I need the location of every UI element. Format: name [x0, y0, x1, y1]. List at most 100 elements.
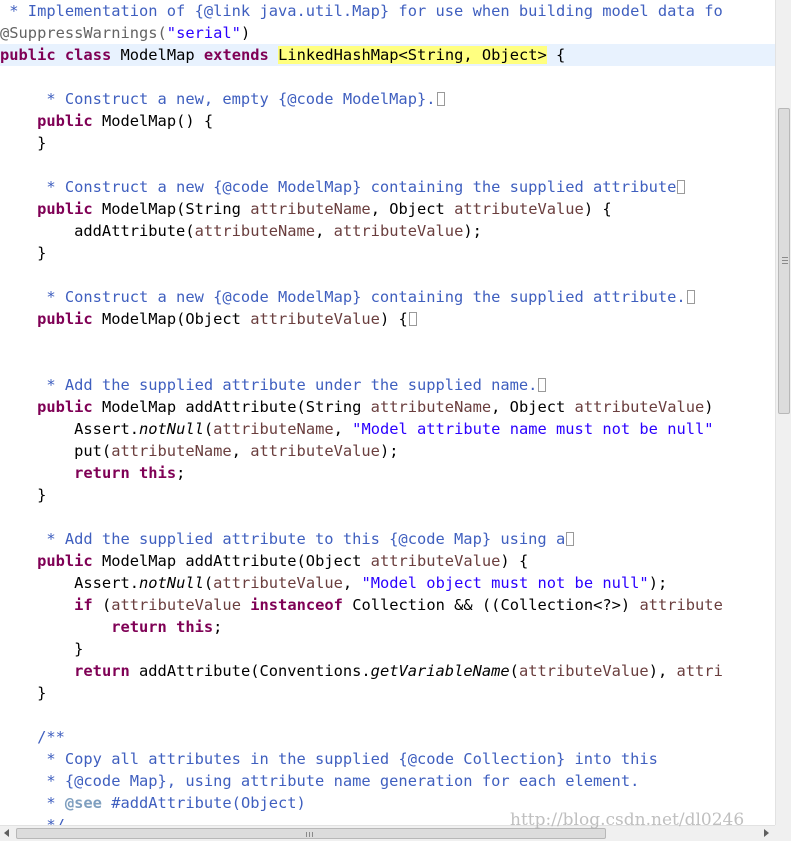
- code-line[interactable]: * Construct a new, empty {@code ModelMap…: [0, 88, 775, 110]
- code-token: (: [509, 662, 519, 680]
- code-line[interactable]: if (attributeValue instanceof Collection…: [0, 594, 775, 616]
- code-line[interactable]: * {@code Map}, using attribute name gene…: [0, 770, 775, 792]
- scrollbar-corner: [775, 825, 791, 841]
- code-line[interactable]: [0, 330, 775, 352]
- code-token: @see: [64, 794, 102, 812]
- code-line[interactable]: public ModelMap addAttribute(Object attr…: [0, 550, 775, 572]
- code-token: attributeName: [370, 398, 492, 416]
- code-token: "Model object must not be null": [361, 574, 649, 592]
- code-token: ),: [648, 662, 677, 680]
- code-token: /**: [0, 728, 65, 746]
- code-line[interactable]: }: [0, 242, 775, 264]
- code-token: ) {: [500, 552, 529, 570]
- code-line[interactable]: Assert.notNull(attributeName, "Model att…: [0, 418, 775, 440]
- code-token: attribute: [639, 596, 723, 614]
- scroll-left-arrow-icon[interactable]: [4, 829, 9, 837]
- code-line[interactable]: [0, 264, 775, 286]
- vertical-scroll-thumb[interactable]: [778, 108, 790, 414]
- code-token: extends: [203, 46, 269, 64]
- code-token: }: [0, 134, 47, 152]
- code-token: , Object: [491, 398, 575, 416]
- code-line[interactable]: }: [0, 638, 775, 660]
- fold-marker-icon[interactable]: [436, 92, 445, 106]
- code-token: ModelMap: [111, 46, 204, 64]
- code-token: , Object: [370, 200, 455, 218]
- code-line[interactable]: public ModelMap(Object attributeValue) {: [0, 308, 775, 330]
- code-line[interactable]: * Implementation of {@link java.util.Map…: [0, 0, 775, 22]
- code-token: * Copy all attributes in the supplied {@…: [0, 750, 658, 768]
- code-token: attributeValue: [518, 662, 649, 680]
- fold-marker-icon[interactable]: [677, 180, 686, 194]
- code-token: ): [704, 398, 714, 416]
- code-token: (: [92, 596, 112, 614]
- fold-marker-icon[interactable]: [686, 290, 695, 304]
- code-token: * Add the supplied attribute under the s…: [0, 376, 538, 394]
- vertical-scrollbar[interactable]: [775, 0, 791, 825]
- code-line[interactable]: Assert.notNull(attributeValue, "Model ob…: [0, 572, 775, 594]
- code-line[interactable]: }: [0, 132, 775, 154]
- code-line[interactable]: [0, 506, 775, 528]
- code-token: instanceof: [250, 596, 343, 614]
- code-line[interactable]: return addAttribute(Conventions.getVaria…: [0, 660, 775, 682]
- code-line[interactable]: * Add the supplied attribute to this {@c…: [0, 528, 775, 550]
- code-token: class: [64, 46, 112, 64]
- scroll-grip-icon: [782, 257, 788, 258]
- scroll-grip-icon: [306, 832, 307, 837]
- code-token: public: [37, 552, 93, 570]
- code-token: *: [0, 794, 65, 812]
- code-line[interactable]: [0, 154, 775, 176]
- code-token: attributeValue: [250, 310, 380, 328]
- code-token: return: [74, 464, 130, 482]
- code-line[interactable]: [0, 352, 775, 374]
- fold-marker-icon[interactable]: [538, 378, 547, 392]
- code-token: ,: [231, 442, 251, 460]
- code-line[interactable]: [0, 66, 775, 88]
- code-token: (: [203, 574, 214, 592]
- code-token: * Implementation of {@link java.util.Map…: [0, 2, 723, 20]
- code-line[interactable]: }: [0, 484, 775, 506]
- code-line[interactable]: * Construct a new {@code ModelMap} conta…: [0, 286, 775, 308]
- code-line[interactable]: public class ModelMap extends LinkedHash…: [0, 44, 775, 66]
- code-token: return: [111, 618, 167, 636]
- fold-marker-icon[interactable]: [408, 312, 417, 326]
- code-token: @SuppressWarnings(: [0, 24, 167, 42]
- code-token: attri: [676, 662, 723, 680]
- code-line[interactable]: put(attributeName, attributeValue);: [0, 440, 775, 462]
- code-token: ) {: [379, 310, 408, 328]
- fold-marker-icon[interactable]: [566, 532, 575, 546]
- code-line[interactable]: [0, 704, 775, 726]
- code-token: notNull: [139, 420, 204, 438]
- code-line[interactable]: * Construct a new {@code ModelMap} conta…: [0, 176, 775, 198]
- code-line[interactable]: @SuppressWarnings("serial"): [0, 22, 775, 44]
- code-token: attributeName: [111, 442, 232, 460]
- code-token: }: [0, 684, 47, 702]
- scroll-right-arrow-icon[interactable]: [764, 829, 769, 837]
- code-line[interactable]: public ModelMap addAttribute(String attr…: [0, 396, 775, 418]
- code-line[interactable]: public ModelMap() {: [0, 110, 775, 132]
- scroll-grip-icon: [782, 263, 788, 264]
- code-token: }: [0, 486, 47, 504]
- code-line[interactable]: return this;: [0, 616, 775, 638]
- code-token: ModelMap addAttribute(String: [92, 398, 371, 416]
- code-token: this: [176, 618, 214, 636]
- code-line[interactable]: * Copy all attributes in the supplied {@…: [0, 748, 775, 770]
- code-line[interactable]: public ModelMap(String attributeName, Ob…: [0, 198, 775, 220]
- code-line[interactable]: * Add the supplied attribute under the s…: [0, 374, 775, 396]
- code-editor[interactable]: * Implementation of {@link java.util.Map…: [0, 0, 775, 825]
- code-token: ;: [176, 464, 186, 482]
- scroll-grip-icon: [309, 832, 310, 837]
- code-line[interactable]: /**: [0, 726, 775, 748]
- code-line[interactable]: addAttribute(attributeName, attributeVal…: [0, 220, 775, 242]
- code-line[interactable]: return this;: [0, 462, 775, 484]
- code-token: public: [37, 200, 93, 218]
- code-line[interactable]: }: [0, 682, 775, 704]
- code-token: "serial": [166, 24, 241, 42]
- code-token: }: [0, 640, 84, 658]
